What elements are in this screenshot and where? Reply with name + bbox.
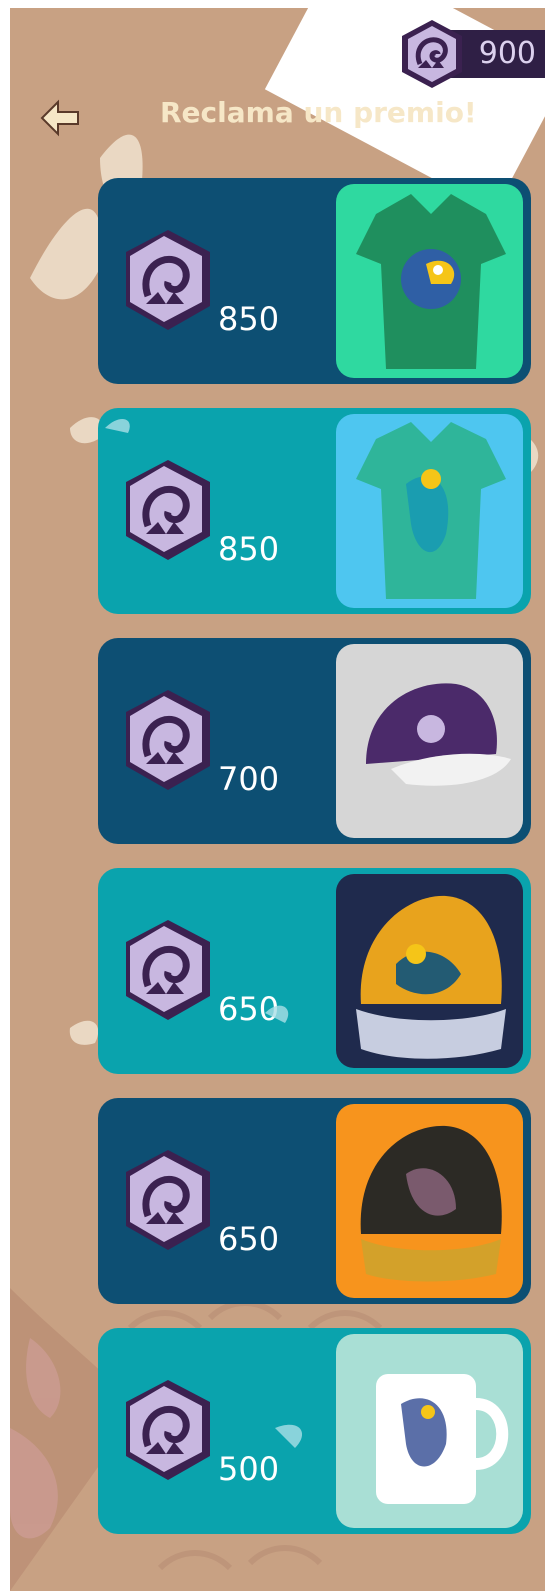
reward-price: 650 (218, 990, 280, 1028)
hexagon-coin-icon (126, 920, 210, 1020)
product-thumbnail (336, 1104, 523, 1298)
reward-card[interactable]: 650 (98, 868, 531, 1074)
product-thumbnail (336, 874, 523, 1068)
hexagon-coin-icon (126, 690, 210, 790)
t-shirt-image (356, 194, 506, 369)
reward-price: 850 (218, 530, 280, 568)
reward-price: 500 (218, 1450, 280, 1488)
mug-image (376, 1374, 509, 1504)
arrow-left-icon (40, 99, 79, 137)
reward-price: 650 (218, 1220, 280, 1258)
cap-image (356, 895, 506, 1059)
hexagon-coin-icon (126, 1150, 210, 1250)
rewards-screen: 900 Reclama un premio! 850 850 700 650 6… (10, 8, 545, 1591)
reward-price: 850 (218, 300, 280, 338)
page-title: Reclama un premio! (160, 96, 477, 129)
reward-card[interactable]: 850 (98, 178, 531, 384)
cap-image (360, 1125, 502, 1282)
cap-image (366, 683, 511, 786)
reward-card[interactable]: 700 (98, 638, 531, 844)
hexagon-coin-icon (126, 230, 210, 330)
hexagon-coin-icon (126, 1380, 210, 1480)
coin-balance-value: 900 (478, 36, 536, 71)
reward-price: 700 (218, 760, 280, 798)
reward-card[interactable]: 650 (98, 1098, 531, 1304)
product-thumbnail (336, 1334, 523, 1528)
hexagon-coin-icon (126, 460, 210, 560)
product-thumbnail (336, 184, 523, 378)
back-button[interactable] (38, 96, 82, 140)
t-shirt-image (356, 422, 506, 599)
hexagon-coin-icon (402, 20, 462, 88)
reward-card[interactable]: 850 (98, 408, 531, 614)
product-thumbnail (336, 414, 523, 608)
reward-card[interactable]: 500 (98, 1328, 531, 1534)
product-thumbnail (336, 644, 523, 838)
